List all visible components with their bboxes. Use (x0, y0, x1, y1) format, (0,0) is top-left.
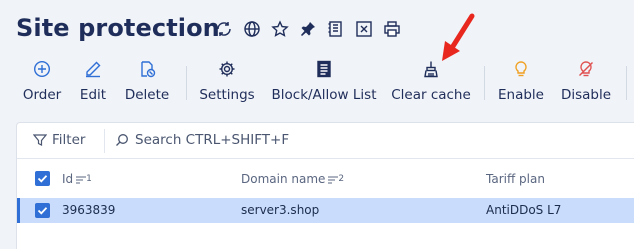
filter-icon (33, 134, 47, 146)
check-icon (37, 175, 48, 183)
pencil-icon (84, 58, 102, 80)
cell-tariff-plan: AntiDDoS L7 (486, 203, 562, 217)
search-input[interactable]: Search CTRL+SHIFT+F (115, 132, 289, 148)
order-button[interactable]: Order (22, 58, 62, 108)
filter-divider (104, 129, 105, 153)
toolbar-divider (484, 66, 485, 100)
check-icon (37, 207, 48, 215)
toolbar: Order Edit Delete Settings Block/Allow L… (0, 58, 634, 108)
search-icon (116, 134, 128, 146)
select-all-checkbox[interactable] (35, 171, 50, 186)
filter-search-bar: Filter Search CTRL+SHIFT+F (17, 123, 634, 159)
column-header-domain-name[interactable]: Domain name 2 (241, 172, 344, 186)
cell-domain-name: server3.shop (241, 203, 320, 217)
excel-icon[interactable] (355, 20, 373, 38)
disable-button[interactable]: Disable (560, 58, 612, 108)
sort-icon: 1 (76, 174, 92, 184)
column-header-tariff-plan[interactable]: Tariff plan (486, 172, 545, 186)
print-icon[interactable] (383, 20, 401, 38)
table-header: Id 1 Domain name 2 Tariff plan (17, 160, 634, 198)
filter-button[interactable]: Filter (33, 132, 85, 148)
toolbar-divider (626, 66, 627, 100)
refresh-icon[interactable] (215, 20, 233, 38)
bulb-off-icon (577, 58, 595, 80)
annotation-arrow (442, 13, 475, 61)
title-actions (215, 20, 401, 38)
page-title: Site protection (16, 14, 220, 42)
cell-id: 3963839 (62, 203, 116, 217)
list-icon (315, 58, 333, 80)
toolbar-divider (186, 66, 187, 100)
pin-icon[interactable] (299, 20, 317, 38)
plus-circle-icon (33, 58, 51, 80)
column-header-id[interactable]: Id 1 (62, 172, 92, 186)
delete-file-icon (138, 58, 156, 80)
enable-button[interactable]: Enable (496, 58, 546, 108)
search-placeholder: Search CTRL+SHIFT+F (135, 132, 290, 148)
star-icon[interactable] (271, 20, 289, 38)
globe-icon[interactable] (243, 20, 261, 38)
settings-button[interactable]: Settings (198, 58, 256, 108)
clear-cache-button[interactable]: Clear cache (391, 58, 471, 108)
document-icon[interactable] (327, 20, 345, 38)
block-allow-list-button[interactable]: Block/Allow List (270, 58, 378, 108)
gear-icon (218, 58, 236, 80)
table-panel: Filter Search CTRL+SHIFT+F Id 1 Domain n… (16, 122, 634, 249)
row-checkbox[interactable] (35, 203, 50, 218)
sort-icon: 2 (328, 174, 344, 184)
delete-button[interactable]: Delete (124, 58, 170, 108)
bulb-on-icon (512, 58, 530, 80)
edit-button[interactable]: Edit (78, 58, 108, 108)
table-row[interactable]: 3963839 server3.shop AntiDDoS L7 (17, 198, 634, 223)
filter-label: Filter (52, 132, 86, 148)
